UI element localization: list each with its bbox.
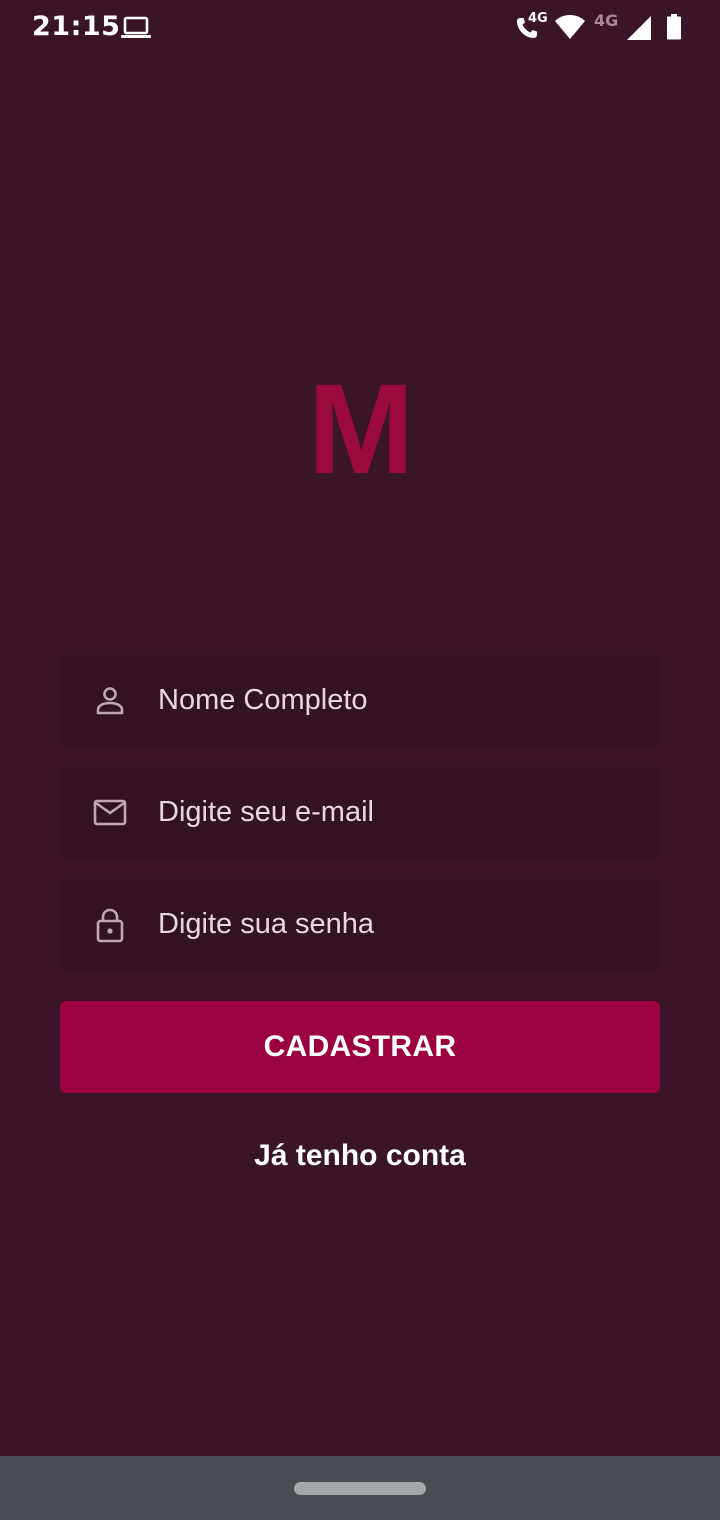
email-placeholder: Digite seu e-mail (158, 796, 374, 828)
password-placeholder: Digite sua senha (158, 908, 375, 940)
lock-icon (96, 908, 124, 943)
mail-icon (93, 799, 127, 826)
full-name-placeholder: Nome Completo (158, 684, 368, 716)
cell-signal-icon (627, 16, 651, 40)
app-logo: M (307, 358, 415, 501)
email-field[interactable]: Digite seu e-mail (60, 767, 660, 858)
already-have-account-link[interactable]: Já tenho conta (0, 1132, 720, 1180)
full-name-field[interactable]: Nome Completo (60, 655, 660, 746)
register-button[interactable]: CADASTRAR (60, 1001, 660, 1093)
wifi-icon (555, 15, 585, 39)
cell-signal-indicator: 4G (594, 11, 652, 41)
call-network-label: 4G (528, 11, 548, 26)
laptop-icon (121, 16, 151, 38)
signal-network-label: 4G (594, 11, 619, 30)
status-time: 21:15 (32, 11, 121, 42)
person-icon (96, 687, 124, 715)
wifi-call-indicator: 4G (514, 11, 554, 41)
navigation-bar (0, 1456, 720, 1520)
status-icons: 4G 4G (514, 11, 682, 42)
status-bar: 21:15 4G 4G (0, 0, 720, 56)
battery-icon (667, 14, 681, 40)
home-gesture-handle[interactable] (294, 1482, 426, 1495)
password-field[interactable]: Digite sua senha (60, 879, 660, 970)
